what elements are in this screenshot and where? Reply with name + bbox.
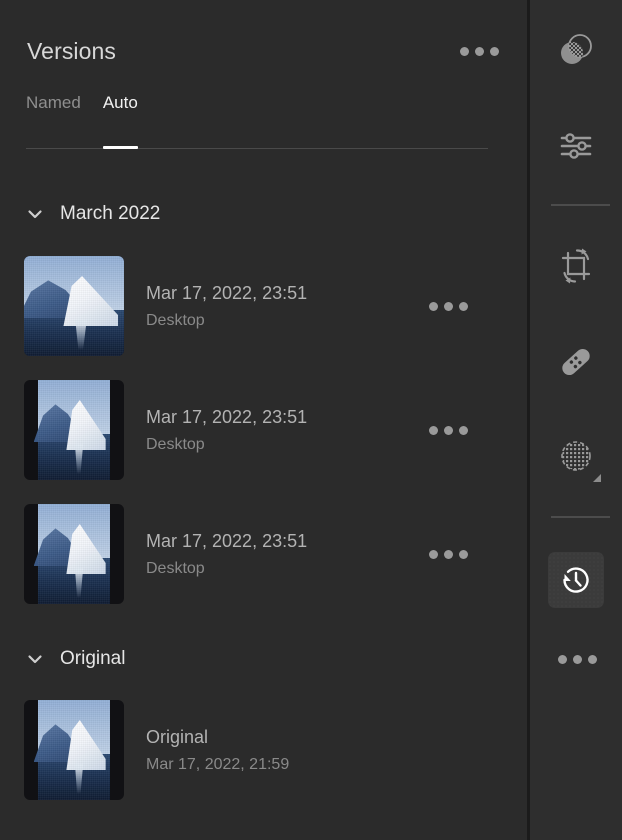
tab-rule — [26, 148, 488, 149]
tool-rail — [530, 0, 622, 840]
healing-brush-icon[interactable] — [548, 334, 604, 390]
ellipsis-dot — [429, 301, 438, 311]
section-header-march-2022[interactable]: March 2022 — [24, 203, 160, 225]
version-subtitle: Desktop — [146, 311, 205, 329]
ellipsis-dot — [429, 425, 438, 435]
ellipsis-dot — [444, 301, 453, 311]
iceberg-thumbnail — [24, 256, 124, 356]
version-subtitle: Desktop — [146, 559, 205, 577]
version-subtitle: Desktop — [146, 435, 205, 453]
version-row-text: Mar 17, 2022, 23:51 Desktop — [146, 531, 429, 578]
version-title: Mar 17, 2022, 23:51 — [146, 530, 308, 551]
version-row[interactable]: Mar 17, 2022, 23:51 Desktop — [24, 256, 494, 356]
section-header-original[interactable]: Original — [24, 648, 125, 670]
tool-divider — [551, 516, 610, 518]
version-row-text: Mar 17, 2022, 23:51 Desktop — [146, 407, 429, 454]
ellipsis-dot — [459, 549, 468, 559]
iceberg-thumbnail — [24, 700, 124, 800]
red-eye-icon[interactable] — [548, 430, 604, 486]
panel-header: Versions — [27, 34, 499, 68]
ellipsis-dot — [444, 549, 453, 559]
version-title: Mar 17, 2022, 23:51 — [146, 406, 308, 427]
iceberg-thumbnail — [24, 504, 124, 604]
versions-panel: Versions Named Auto March 2022 Mar 17, 2… — [0, 0, 527, 840]
version-subtitle: Mar 17, 2022, 21:59 — [146, 755, 290, 773]
tool-divider — [551, 204, 610, 206]
ellipsis-dot — [573, 655, 582, 664]
version-overflow-button[interactable] — [429, 301, 468, 311]
version-row[interactable]: Mar 17, 2022, 23:51 Desktop — [24, 380, 494, 480]
tool-more-button[interactable] — [558, 655, 597, 664]
versions-panel-app: Versions Named Auto March 2022 Mar 17, 2… — [0, 0, 622, 840]
chevron-down-icon — [24, 203, 46, 225]
panel-overflow-button[interactable] — [460, 46, 499, 56]
ellipsis-dot — [588, 655, 597, 664]
page-title: Versions — [27, 37, 117, 64]
ellipsis-dot — [459, 301, 468, 311]
iceberg-thumbnail — [24, 380, 124, 480]
version-row-text: Original Mar 17, 2022, 21:59 — [146, 727, 494, 774]
masking-icon[interactable] — [548, 22, 604, 78]
version-title: Mar 17, 2022, 23:51 — [146, 282, 308, 303]
tab-active-indicator — [102, 146, 138, 149]
ellipsis-dot — [558, 655, 567, 664]
ellipsis-dot — [460, 46, 469, 56]
chevron-down-icon — [24, 648, 46, 670]
tab-named[interactable]: Named — [26, 92, 81, 114]
tab-auto[interactable]: Auto — [103, 92, 138, 114]
version-title: Original — [146, 726, 209, 747]
ellipsis-dot — [490, 46, 499, 56]
versions-history-icon[interactable] — [548, 552, 604, 608]
section-label: March 2022 — [60, 203, 161, 224]
ellipsis-dot — [444, 425, 453, 435]
version-row-text: Mar 17, 2022, 23:51 Desktop — [146, 283, 429, 330]
version-overflow-button[interactable] — [429, 425, 468, 435]
tab-bar: Named Auto — [26, 92, 138, 114]
ellipsis-dot — [429, 549, 438, 559]
version-row[interactable]: Mar 17, 2022, 23:51 Desktop — [24, 504, 494, 604]
ellipsis-dot — [475, 46, 484, 56]
flyout-indicator-icon — [593, 474, 601, 482]
version-overflow-button[interactable] — [429, 549, 468, 559]
section-label: Original — [60, 648, 126, 669]
edit-sliders-icon[interactable] — [548, 118, 604, 174]
version-row-original[interactable]: Original Mar 17, 2022, 21:59 — [24, 700, 494, 800]
ellipsis-dot — [459, 425, 468, 435]
crop-rotate-icon[interactable] — [548, 238, 604, 294]
